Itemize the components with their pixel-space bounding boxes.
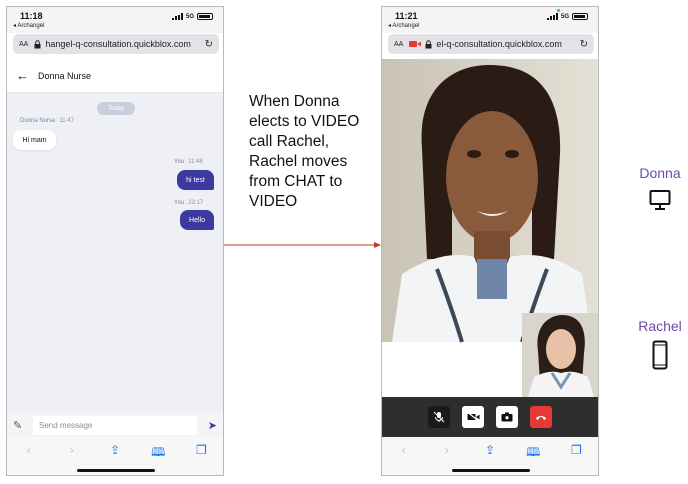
message-meta: Donna Nurse 11:47 [20,118,74,124]
status-bar: 11:21 ◂ Archangel 5G [382,7,598,33]
home-indicator [77,469,155,472]
hang-up-button[interactable] [530,406,552,428]
back-icon[interactable]: ‹ [392,443,416,475]
message-list: Today Donna Nurse 11:47 Hi mam You 11:48 h… [7,93,223,413]
desktop-monitor-icon [649,190,671,210]
tabs-icon[interactable]: ❐ [564,443,588,475]
chat-header: ← Donna Nurse [7,59,223,93]
message-meta: You 23:17 [174,200,203,206]
message-time: 11:47 [59,118,74,124]
text-size-button[interactable]: AA [19,41,28,48]
tabs-icon[interactable]: ❐ [189,443,213,475]
network-label: 5G [560,13,569,20]
donna-label: Donna [639,165,681,181]
toggle-camera-button[interactable] [462,406,484,428]
status-indicators: 5G [171,13,213,20]
network-label: 5G [185,13,194,20]
battery-icon [572,13,588,20]
annotation-caption: When Donna elects to VIDEO call Rachel, … [249,93,360,210]
chat-title: Donna Nurse [38,70,92,81]
url-text: el-q-consultation.quickblox.com [436,39,562,49]
back-arrow-icon[interactable]: ← [16,69,29,82]
call-controls [382,397,598,437]
lock-icon [34,39,41,49]
back-to-app-link[interactable]: ◂ Archangel [13,22,44,29]
message-sender: Donna Nurse [20,118,56,124]
outgoing-message-bubble: hi test [177,170,214,190]
send-icon[interactable]: ➤ [201,419,217,432]
outgoing-message-bubble: Hello [180,210,214,230]
camera-in-use-indicator [557,9,560,12]
message-composer: ✎ Send message ➤ [7,413,223,437]
back-icon[interactable]: ‹ [17,443,41,475]
back-to-app-link[interactable]: ◂ Archangel [388,22,419,29]
status-time: 11:18 [20,11,43,21]
camera-off-icon [467,412,479,422]
address-bar[interactable]: AA hangel-q-consultation.quickblox.com ↻ [13,34,219,54]
video-call-area [382,59,598,397]
text-size-button[interactable]: AA [394,41,403,48]
battery-icon [197,13,213,20]
message-sender: You [174,200,185,206]
lock-icon [425,39,432,49]
microphone-off-icon [433,411,445,423]
incoming-message-bubble: Hi mam [13,130,56,150]
home-indicator [452,469,530,472]
message-time: 23:17 [188,200,204,206]
local-video-preview [522,313,598,397]
rachel-device-marker: Rachel [625,318,688,375]
donna-device-marker: Donna [625,165,688,216]
status-indicators: 5G [546,13,588,20]
video-phone-screen: 11:21 ◂ Archangel 5G AA el-q-consultatio… [381,6,599,476]
reload-icon[interactable]: ↻ [205,39,213,50]
url-text: hangel-q-consultation.quickblox.com [45,39,191,49]
message-input[interactable]: Send message [33,415,197,435]
chat-phone-screen: 11:18 ◂ Archangel 5G AA hangel-q-consult… [6,6,224,476]
transition-arrow [224,242,381,248]
status-bar: 11:18 ◂ Archangel 5G [7,7,223,33]
message-meta: You 11:48 [174,159,203,165]
rachel-label: Rachel [638,318,682,334]
address-bar[interactable]: AA el-q-consultation.quickblox.com ↻ [388,34,594,54]
mute-microphone-button[interactable] [428,406,450,428]
date-separator: Today [97,102,135,115]
switch-camera-icon [501,412,513,422]
status-time: 11:21 [395,11,418,21]
camera-recording-icon [409,40,422,48]
reload-icon[interactable]: ↻ [580,39,588,50]
message-time: 11:48 [188,159,203,165]
signal-icon [171,13,183,20]
switch-camera-button[interactable] [496,406,518,428]
signal-icon [546,13,558,20]
phone-hangup-icon [536,416,546,420]
paperclip-icon[interactable]: ✎ [13,419,29,432]
mobile-phone-icon [652,340,668,370]
message-sender: You [174,159,185,165]
